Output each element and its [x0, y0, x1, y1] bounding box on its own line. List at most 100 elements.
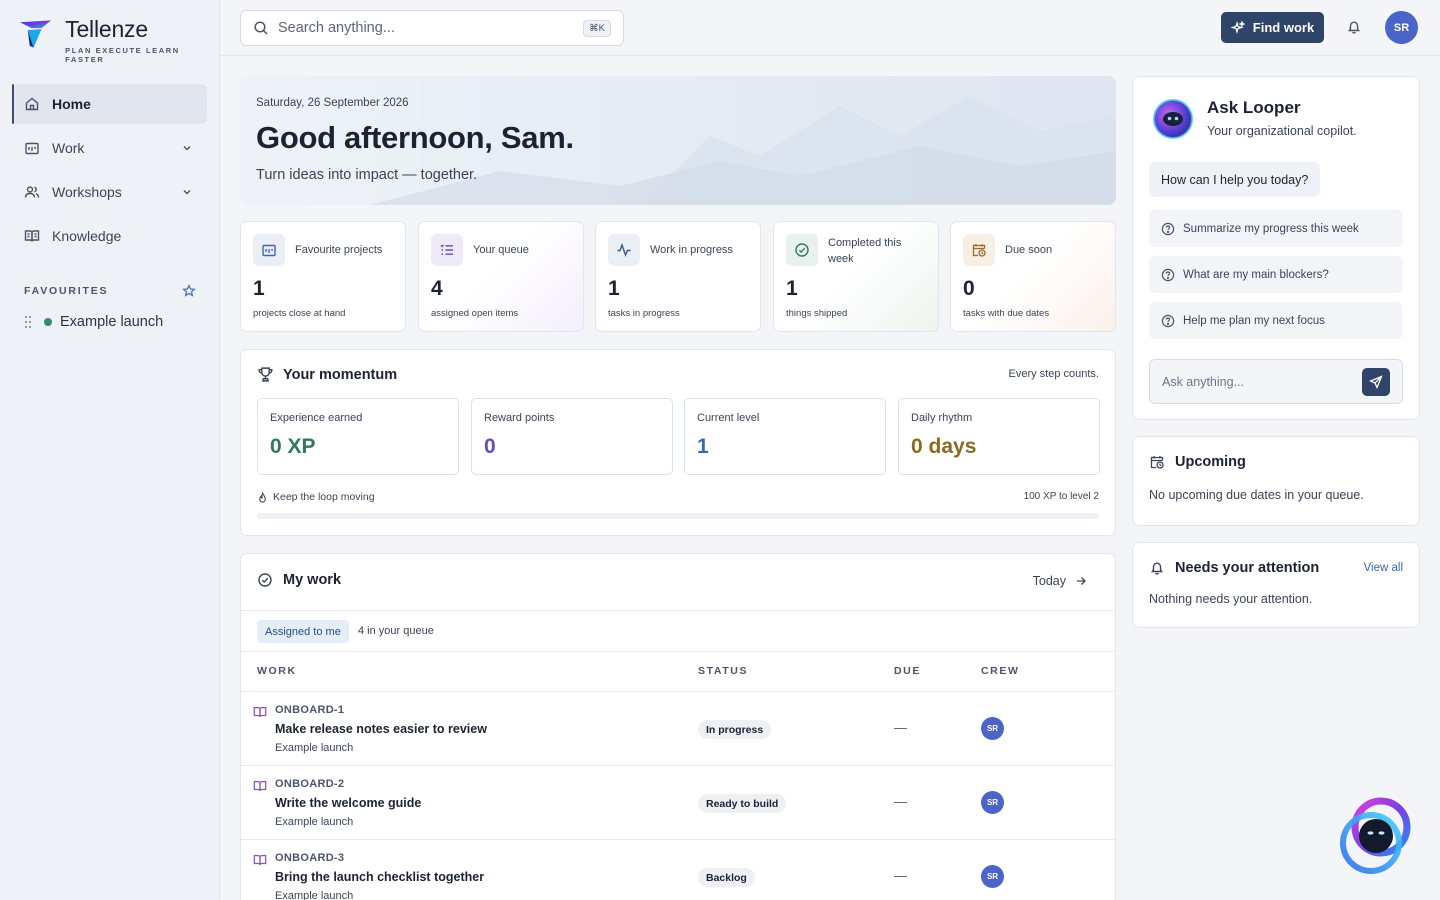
stat-label: Your queue: [473, 244, 529, 256]
crew-avatar: SR: [981, 865, 1004, 888]
momentum-box-value: 0: [484, 435, 496, 458]
brand-logo-icon: [19, 20, 52, 48]
book-icon: [253, 781, 267, 791]
work-title[interactable]: Bring the launch checklist together: [275, 870, 484, 884]
table-row[interactable]: ONBOARD-1 Make release notes easier to r…: [241, 692, 1115, 766]
suggestion-main-blockers[interactable]: What are my main blockers?: [1149, 256, 1403, 293]
find-work-label: Find work: [1252, 20, 1315, 35]
stat-caption: tasks in progress: [608, 308, 680, 319]
calendar-clock-icon: [972, 244, 986, 257]
star-icon[interactable]: [182, 284, 196, 298]
stat-value: 1: [608, 277, 620, 300]
favourite-label: Example launch: [60, 314, 164, 330]
divider: [241, 651, 1115, 652]
hero-date: Saturday, 26 September 2026: [256, 97, 409, 109]
sidebar-item-workshops[interactable]: Workshops: [12, 172, 207, 212]
search-box[interactable]: Search anything... ⌘K: [240, 10, 624, 46]
column-header-crew: CREW: [981, 665, 1020, 677]
work-project: Example launch: [275, 890, 354, 900]
check-circle-icon-wrap: [786, 234, 818, 266]
book-icon: [253, 855, 267, 865]
help-circle-icon: [1161, 268, 1175, 281]
momentum-footer-label: Keep the loop moving: [273, 491, 375, 503]
calendar-clock-icon: [1150, 456, 1164, 469]
work-key: ONBOARD-1: [275, 704, 345, 716]
send-icon: [1369, 375, 1383, 389]
user-avatar[interactable]: SR: [1385, 11, 1418, 44]
sidebar-item-label: Home: [52, 96, 91, 112]
assigned-to-me-filter[interactable]: Assigned to me: [257, 620, 349, 643]
momentum-box-value: 0 days: [911, 435, 977, 458]
hero-banner: Saturday, 26 September 2026 Good afterno…: [240, 76, 1116, 205]
momentum-box-label: Experience earned: [270, 412, 363, 424]
status-badge: In progress: [698, 720, 772, 739]
search-input[interactable]: Search anything...: [278, 20, 583, 36]
chevron-down-icon[interactable]: [181, 142, 193, 154]
sidebar-item-label: Workshops: [52, 184, 122, 200]
stat-label: Due soon: [1005, 244, 1053, 256]
momentum-box-value: 0 XP: [270, 435, 316, 458]
stat-caption: things shipped: [786, 308, 848, 319]
favourite-item-example-launch[interactable]: Example launch: [24, 314, 163, 330]
work-title[interactable]: Make release notes easier to review: [275, 722, 487, 736]
stat-due-soon[interactable]: Due soon 0 tasks with due dates: [950, 221, 1116, 332]
due-value: —: [894, 720, 907, 735]
momentum-card: Your momentum Every step counts. Experie…: [240, 349, 1116, 536]
table-row[interactable]: ONBOARD-3 Bring the launch checklist tog…: [241, 840, 1115, 900]
ask-input-placeholder: Ask anything...: [1162, 374, 1244, 389]
check-circle-icon: [795, 243, 809, 257]
stat-completed-this-week[interactable]: Completed this week 1 things shipped: [773, 221, 939, 332]
sidebar-item-knowledge[interactable]: Knowledge: [12, 216, 207, 256]
stat-work-in-progress[interactable]: Work in progress 1 tasks in progress: [595, 221, 761, 332]
brand[interactable]: Tellenze PLAN EXECUTE LEARN FASTER: [18, 16, 219, 64]
work-icon: [25, 142, 39, 155]
today-link[interactable]: Today: [1033, 574, 1087, 588]
users-icon: [24, 186, 40, 198]
calendar-clock-icon-wrap: [963, 234, 995, 266]
stat-favourite-projects[interactable]: Favourite projects 1 projects close at h…: [240, 221, 406, 332]
stat-label: Favourite projects: [295, 244, 383, 256]
suggestion-plan-next-focus[interactable]: Help me plan my next focus: [1149, 302, 1403, 339]
hero-subtitle: Turn ideas into impact — together.: [256, 167, 478, 183]
sidebar-item-home[interactable]: Home: [12, 84, 207, 124]
search-icon: [254, 21, 268, 35]
level-progress-bar: [257, 513, 1099, 519]
work-project: Example launch: [275, 742, 354, 754]
momentum-header: Your momentum: [257, 366, 397, 383]
home-icon: [25, 97, 39, 111]
sidebar-item-work[interactable]: Work: [12, 128, 207, 168]
stat-your-queue[interactable]: Your queue 4 assigned open items: [418, 221, 584, 332]
list-icon-wrap: [431, 234, 463, 266]
column-header-due: DUE: [894, 665, 921, 677]
column-header-work: WORK: [257, 665, 297, 677]
work-project: Example launch: [275, 816, 354, 828]
folder-icon-wrap: [253, 234, 285, 266]
suggestion-summarize-progress[interactable]: Summarize my progress this week: [1149, 210, 1403, 247]
table-row[interactable]: ONBOARD-2 Write the welcome guide Exampl…: [241, 766, 1115, 840]
my-work-header: My work: [257, 572, 341, 588]
find-work-button[interactable]: Find work: [1221, 12, 1324, 43]
stat-caption: tasks with due dates: [963, 308, 1050, 319]
momentum-tagline: Every step counts.: [1008, 368, 1100, 380]
momentum-box-label: Reward points: [484, 412, 555, 424]
chevron-down-icon[interactable]: [181, 186, 193, 198]
send-button[interactable]: [1362, 368, 1390, 396]
momentum-box-value: 1: [697, 435, 709, 458]
favourites-header: FAVOURITES: [24, 284, 196, 298]
favourites-title: FAVOURITES: [24, 285, 109, 297]
drag-handle-icon[interactable]: [24, 315, 32, 329]
view-all-link[interactable]: View all: [1364, 562, 1403, 574]
bell-icon[interactable]: [1346, 19, 1362, 35]
looper-title: Ask Looper: [1207, 98, 1301, 117]
book-icon: [24, 230, 40, 242]
stat-label: Completed this week: [828, 237, 902, 265]
help-circle-icon: [1161, 314, 1175, 327]
looper-orb-button[interactable]: [1336, 797, 1414, 877]
stat-label: Work in progress: [650, 244, 733, 256]
looper-avatar-icon: [1153, 99, 1193, 139]
work-key: ONBOARD-2: [275, 778, 345, 790]
ask-input[interactable]: Ask anything...: [1149, 359, 1403, 404]
stat-caption: assigned open items: [431, 308, 519, 319]
activity-icon-wrap: [608, 234, 640, 266]
work-title[interactable]: Write the welcome guide: [275, 796, 421, 810]
